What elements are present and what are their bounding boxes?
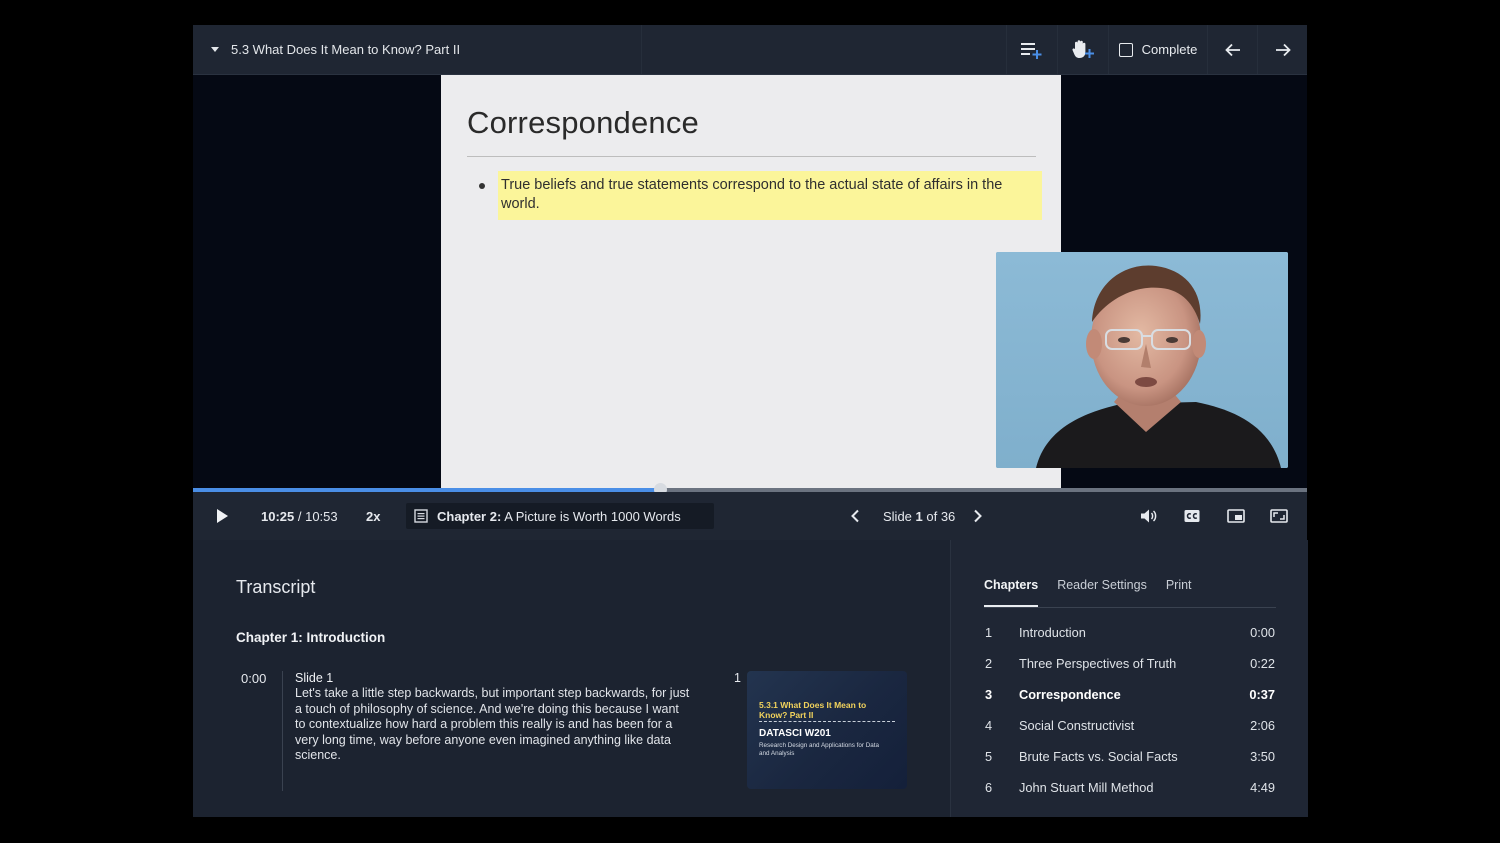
lesson-title: 5.3 What Does It Mean to Know? Part II [231, 42, 461, 57]
chapter-time: 2:06 [1250, 718, 1275, 733]
chapter-number: 5 [985, 749, 993, 764]
time-display: 10:25 / 10:53 [261, 492, 338, 540]
play-button[interactable] [215, 492, 229, 540]
chapter-number: 6 [985, 780, 993, 795]
side-panel: Chapters Reader Settings Print 1 Introdu… [950, 540, 1308, 817]
chapter-time: 4:49 [1250, 780, 1275, 795]
chapter-item[interactable]: 6 John Stuart Mill Method 4:49 [984, 780, 1276, 811]
chapter-label: Introduction [1019, 625, 1086, 640]
slide-divider [467, 156, 1036, 157]
slide-total: of 36 [922, 508, 956, 524]
thumbnail-title: 5.3.1 What Does It Mean to Know? Part II [759, 700, 867, 720]
chapter-title: A Picture is Worth 1000 Words [501, 508, 681, 524]
picture-in-picture-icon [1227, 509, 1245, 523]
side-panel-tabs: Chapters Reader Settings Print [984, 578, 1211, 608]
lesson-title-dropdown[interactable]: 5.3 What Does It Mean to Know? Part II [193, 25, 642, 74]
add-to-playlist-button[interactable] [1006, 25, 1057, 74]
chapter-item[interactable]: 4 Social Constructivist 2:06 [984, 718, 1276, 749]
chapter-item-current[interactable]: 3 Correspondence 0:37 [984, 687, 1276, 718]
thumbnail-course: DATASCI W201 [759, 728, 831, 739]
transcript-icon [414, 509, 428, 523]
presenter-video [996, 252, 1288, 468]
tab-chapters[interactable]: Chapters [984, 578, 1039, 608]
thumbnail-subtitle: Research Design and Applications for Dat… [759, 742, 880, 757]
play-icon [217, 509, 228, 523]
picture-in-picture-button[interactable] [1227, 492, 1245, 540]
transcript-slide-label: Slide 1 [295, 671, 334, 685]
transcript-timestamp[interactable]: 0:00 [241, 671, 266, 686]
chapter-number: 1 [985, 625, 993, 640]
chapter-label: John Stuart Mill Method [1019, 780, 1154, 795]
volume-button[interactable] [1140, 492, 1158, 540]
volume-icon [1141, 509, 1157, 523]
add-to-playlist-icon [1021, 42, 1042, 59]
arrow-left-icon [1224, 43, 1240, 56]
transcript-divider [282, 671, 283, 791]
video-area[interactable]: Correspondence True beliefs and true sta… [193, 75, 1307, 488]
bullet-icon [479, 183, 485, 189]
presenter-image [996, 252, 1288, 468]
chapter-prefix: Chapter 2: [437, 508, 502, 524]
transcript-text: Let's take a little step backwards, but … [295, 686, 690, 763]
chapter-label: Brute Facts vs. Social Facts [1019, 749, 1178, 764]
playback-speed-button[interactable]: 2x [366, 492, 380, 540]
chapter-number: 4 [985, 718, 993, 733]
time-separator: / [294, 508, 306, 524]
previous-lesson-button[interactable] [1207, 25, 1257, 74]
chapter-selector[interactable]: Chapter 2: A Picture is Worth 1000 Words [406, 503, 714, 529]
arrow-right-icon [1275, 43, 1291, 56]
slide-title: Correspondence [467, 105, 700, 140]
checkbox-icon [1118, 42, 1133, 57]
chapter-label: Correspondence [1019, 687, 1121, 702]
chevron-left-icon [851, 509, 859, 523]
chevron-right-icon [974, 509, 982, 523]
closed-captions-icon [1184, 510, 1200, 522]
chevron-down-icon [211, 47, 219, 52]
tab-reader-settings[interactable]: Reader Settings [1057, 578, 1147, 608]
raise-hand-button[interactable] [1057, 25, 1108, 74]
raise-hand-icon [1072, 39, 1094, 58]
chapter-item[interactable]: 5 Brute Facts vs. Social Facts 3:50 [984, 749, 1276, 780]
chapter-item[interactable]: 1 Introduction 0:00 [984, 625, 1276, 656]
chapter-label: Social Constructivist [1019, 718, 1135, 733]
previous-slide-button[interactable] [850, 492, 860, 540]
captions-button[interactable] [1184, 492, 1200, 540]
transcript-slide-number: 1 [734, 671, 741, 685]
slide-thumbnail[interactable]: 5.3.1 What Does It Mean to Know? Part II… [747, 671, 907, 789]
chapter-list: 1 Introduction 0:00 2 Three Perspectives… [984, 625, 1276, 811]
chapter-label: Three Perspectives of Truth [1019, 656, 1177, 671]
chapter-number: 3 [985, 687, 993, 702]
next-slide-button[interactable] [973, 492, 983, 540]
transcript-heading: Transcript [236, 577, 316, 597]
transcript-panel: Transcript Chapter 1: Introduction 0:00 … [193, 540, 950, 817]
chapter-time: 0:22 [1250, 656, 1275, 671]
chapter-item[interactable]: 2 Three Perspectives of Truth 0:22 [984, 656, 1276, 687]
top-actions: Complete [1006, 25, 1307, 74]
duration: 10:53 [305, 508, 338, 524]
tab-print[interactable]: Print [1166, 578, 1192, 608]
complete-label: Complete [1141, 42, 1198, 57]
slide-current: 1 [915, 508, 923, 524]
presentation-slide: Correspondence True beliefs and true sta… [441, 75, 1061, 488]
chapter-time: 0:00 [1250, 625, 1275, 640]
transcript-chapter-heading: Chapter 1: Introduction [236, 630, 386, 645]
lesson-player: 5.3 What Does It Mean to Know? Part II C… [193, 25, 1308, 817]
current-time: 10:25 [261, 508, 295, 524]
fullscreen-button[interactable] [1270, 492, 1288, 540]
slide-bullet-highlighted: True beliefs and true statements corresp… [498, 171, 1042, 220]
thumbnail-divider [759, 721, 895, 722]
slide-counter: Slide 1 of 36 [883, 492, 955, 540]
chapter-time: 0:37 [1249, 687, 1275, 702]
chapter-time: 3:50 [1250, 749, 1275, 764]
top-bar: 5.3 What Does It Mean to Know? Part II C… [193, 25, 1307, 75]
chapter-number: 2 [985, 656, 993, 671]
next-lesson-button[interactable] [1257, 25, 1307, 74]
fullscreen-icon [1270, 509, 1288, 523]
player-controls: 10:25 / 10:53 2x Chapter 2: A Picture is… [193, 492, 1307, 540]
tabs-divider [984, 607, 1276, 608]
complete-toggle[interactable]: Complete [1108, 25, 1207, 74]
slide-word: Slide [883, 508, 916, 524]
